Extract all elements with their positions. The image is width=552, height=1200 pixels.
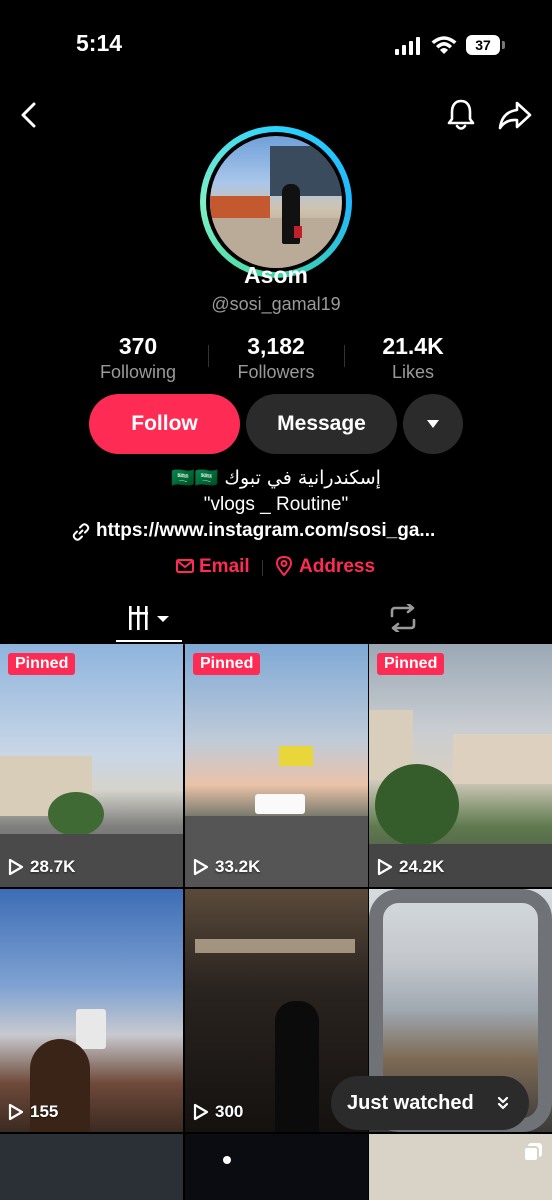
caret-down-icon	[427, 420, 439, 428]
tab-videos[interactable]	[116, 598, 182, 642]
bio-link[interactable]: https://www.instagram.com/sosi_ga...	[72, 520, 435, 542]
just-watched-label: Just watched	[347, 1092, 474, 1114]
share-icon[interactable]	[497, 100, 533, 132]
repost-icon	[390, 604, 416, 632]
bio-link-text: https://www.instagram.com/sosi_ga...	[96, 520, 436, 541]
pinned-badge: Pinned	[193, 653, 261, 675]
stat-following-label: Following	[99, 362, 177, 382]
battery-indicator: 37	[466, 35, 500, 55]
view-count-text: 155	[30, 1102, 59, 1121]
video-view-count: 24.2K	[377, 857, 444, 877]
message-button[interactable]: Message	[246, 394, 397, 454]
status-bar: 5:14 37	[0, 0, 552, 90]
location-pin-icon	[276, 556, 292, 576]
address-link[interactable]: Address	[276, 556, 375, 578]
view-count-text: 28.7K	[30, 857, 76, 876]
status-time: 5:14	[76, 30, 123, 56]
stat-likes-value: 21.4K	[382, 333, 444, 359]
active-tab-indicator	[116, 640, 182, 642]
just-watched-button[interactable]: Just watched	[331, 1076, 529, 1130]
video-tile[interactable]	[185, 1134, 368, 1200]
play-icon	[377, 858, 393, 876]
suggested-accounts-button[interactable]	[403, 394, 463, 454]
stat-followers-label: Followers	[237, 362, 315, 382]
stat-followers[interactable]: 3,182 Followers	[201, 333, 351, 383]
video-tile[interactable]	[0, 1134, 183, 1200]
link-icon	[72, 523, 90, 541]
multi-photo-icon	[523, 1143, 542, 1162]
signal-icon	[395, 37, 420, 55]
videos-grid-icon	[129, 606, 169, 630]
stat-followers-value: 3,182	[247, 333, 305, 359]
play-icon	[193, 1103, 209, 1121]
avatar[interactable]	[200, 126, 352, 278]
profile-name: Asom	[244, 262, 308, 288]
wifi-icon	[431, 36, 457, 54]
video-view-count: 300	[193, 1102, 243, 1122]
bio-line-2: "vlogs _ Routine"	[203, 494, 349, 515]
bio-line-1: إسكندرانية في تبوك 🇸🇦🇸🇦	[171, 467, 381, 489]
chevron-double-down-icon	[497, 1096, 509, 1110]
stat-likes-label: Likes	[391, 362, 435, 382]
avatar-photo	[210, 136, 342, 268]
video-view-count: 28.7K	[8, 857, 75, 877]
view-count-text: 300	[215, 1102, 244, 1121]
follow-button[interactable]: Follow	[89, 394, 240, 454]
back-arrow-icon[interactable]	[16, 100, 42, 130]
pinned-badge: Pinned	[8, 653, 76, 675]
stat-following-value: 370	[118, 333, 158, 359]
email-label: Email	[199, 556, 250, 577]
video-tile[interactable]	[369, 1134, 552, 1200]
video-view-count: 155	[8, 1102, 58, 1122]
video-tile[interactable]: Pinned 28.7K	[0, 644, 183, 887]
play-icon	[193, 858, 209, 876]
mail-icon	[176, 559, 194, 573]
tab-reposts[interactable]	[370, 598, 436, 642]
bell-icon[interactable]	[445, 98, 477, 132]
play-icon	[8, 1103, 24, 1121]
video-view-count: 33.2K	[193, 857, 260, 877]
email-link[interactable]: Email	[176, 556, 250, 578]
video-tile[interactable]: Pinned 24.2K	[369, 644, 552, 887]
video-tile[interactable]: 155	[0, 889, 183, 1132]
stat-likes[interactable]: 21.4K Likes	[338, 333, 488, 383]
play-icon	[8, 858, 24, 876]
content-tabs	[0, 598, 552, 645]
view-count-text: 24.2K	[399, 857, 445, 876]
contact-divider	[262, 560, 263, 576]
battery-nub	[502, 41, 505, 49]
profile-handle: @sosi_gamal19	[211, 294, 341, 314]
view-count-text: 33.2K	[215, 857, 261, 876]
stat-following[interactable]: 370 Following	[63, 333, 213, 383]
address-label: Address	[299, 556, 376, 577]
pinned-badge: Pinned	[377, 653, 445, 675]
video-tile[interactable]: Pinned 33.2K	[185, 644, 368, 887]
